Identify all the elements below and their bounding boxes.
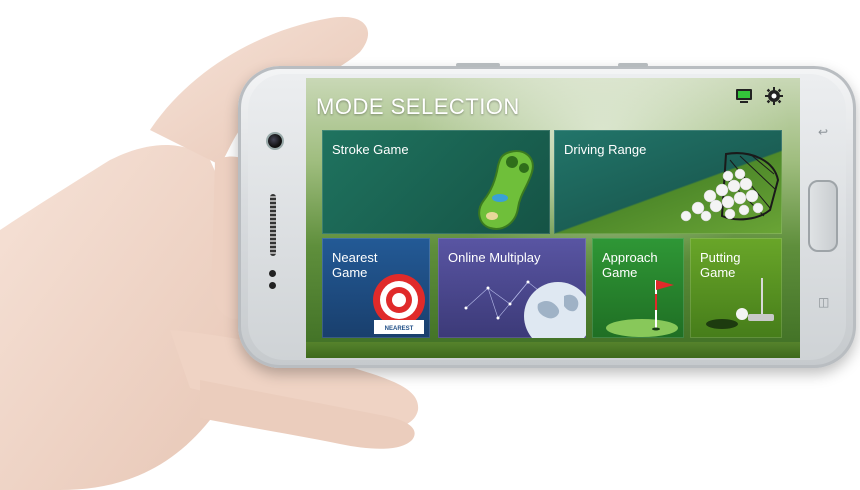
golf-ball-basket-icon: [680, 152, 780, 222]
tile-online-multiplay[interactable]: Online Multiplay: [438, 238, 586, 338]
tile-driving-range[interactable]: Driving Range: [554, 130, 782, 234]
back-key-icon[interactable]: ↩: [818, 126, 830, 138]
monitor-icon[interactable]: [734, 86, 754, 106]
tile-stroke-game[interactable]: Stroke Game: [322, 130, 550, 234]
target-caption: NEAREST: [385, 326, 414, 332]
flag-icon: [606, 280, 678, 337]
target-icon: NEAREST: [373, 274, 425, 334]
tile-label: Putting Game: [700, 250, 741, 280]
power-key: [618, 63, 648, 67]
tile-putting-game[interactable]: Putting Game: [690, 238, 782, 338]
tile-nearest-game[interactable]: Nearest Game NEAREST: [322, 238, 430, 338]
golf-course-map-icon: [478, 150, 534, 230]
app-screen: MODE SELECTION Stroke Game Driving Range…: [306, 78, 800, 358]
tile-approach-game[interactable]: Approach Game: [592, 238, 684, 338]
tile-label: Stroke Game: [332, 142, 409, 157]
tile-label: Online Multiplay: [448, 250, 541, 265]
recent-apps-key-icon[interactable]: ◫: [818, 296, 830, 308]
sensor-dot: [269, 270, 276, 277]
page-title: MODE SELECTION: [316, 94, 520, 119]
home-button[interactable]: [808, 180, 838, 252]
bottom-grass-strip: [306, 342, 800, 358]
putter-icon: [706, 278, 774, 329]
globe-network-icon: [464, 280, 586, 338]
tile-label: Driving Range: [564, 142, 647, 157]
speaker-grill: [270, 194, 276, 256]
sensor-dot: [269, 282, 276, 289]
front-camera-icon: [268, 134, 282, 148]
volume-key: [456, 63, 500, 67]
gear-icon[interactable]: [764, 86, 784, 106]
